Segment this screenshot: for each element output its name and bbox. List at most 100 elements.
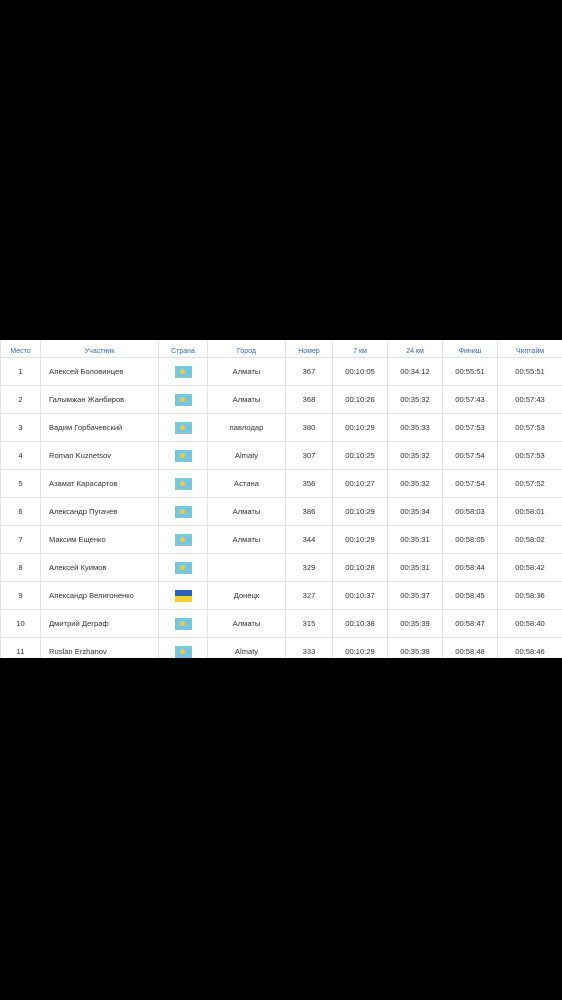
country-flag-cell (158, 637, 208, 658)
bib-number: 327 (285, 581, 333, 610)
finish-time: 00:58:44 (442, 553, 498, 582)
chip-time: 00:57:53 (497, 413, 562, 442)
table-body: 1 Алексей Боловинцев Алматы 367 00:10:05 00:3… (0, 357, 562, 658)
country-flag-cell (158, 497, 208, 526)
split-7km-time: 00:10:29 (332, 525, 388, 554)
bib-number: 380 (285, 413, 333, 442)
country-flag-cell (158, 609, 208, 638)
bib-number: 367 (285, 357, 333, 386)
results-table: Место Участник Страна Город Номер 7 км 2… (0, 340, 562, 658)
kz-flag-icon (174, 477, 192, 490)
table-row: 7 Максим Ещенко Алматы 344 00:10:29 00:35:31 0… (0, 525, 562, 554)
split-7km-time: 00:10:37 (332, 581, 388, 610)
chip-time: 00:57:52 (497, 469, 562, 498)
participant-name: Алексей Куимов (40, 553, 159, 582)
participant-name: Александр Велигоненко (40, 581, 159, 610)
header-row: Место Участник Страна Город Номер 7 км 2… (0, 340, 562, 358)
split-7km-time: 00:10:29 (332, 413, 388, 442)
split-24km-time: 00:35:31 (387, 553, 443, 582)
bib-number: 333 (285, 637, 333, 658)
kz-flag-icon (174, 533, 192, 546)
country-flag-cell (158, 553, 208, 582)
finish-time: 00:57:54 (442, 469, 498, 498)
participant-name: Roman Kuznetsov (40, 441, 159, 470)
split-24km-time: 00:35:39 (387, 637, 443, 658)
finish-time: 00:55:51 (442, 357, 498, 386)
split-24km-time: 00:35:34 (387, 497, 443, 526)
split-7km-time: 00:10:26 (332, 385, 388, 414)
chip-time: 00:55:51 (497, 357, 562, 386)
table-row: 2 Галымжан Жанбиров Алматы 368 00:10:26 00:35… (0, 385, 562, 414)
split-7km-time: 00:10:38 (332, 609, 388, 638)
ua-flag-icon (174, 589, 192, 602)
place-cell: 8 (0, 553, 41, 582)
country-flag-cell (158, 413, 208, 442)
participant-name: Галымжан Жанбиров (40, 385, 159, 414)
place-cell: 6 (0, 497, 41, 526)
table-row: 5 Азамат Карасартов Астана 356 00:10:27 00:35… (0, 469, 562, 498)
chip-time: 00:58:36 (497, 581, 562, 610)
kz-flag-icon (174, 617, 192, 630)
chip-time: 00:58:46 (497, 637, 562, 658)
chip-time: 00:58:40 (497, 609, 562, 638)
bib-number: 307 (285, 441, 333, 470)
split-24km-time: 00:35:32 (387, 469, 443, 498)
header-bib[interactable]: Номер (285, 340, 333, 358)
city-cell: Донецк (207, 581, 286, 610)
city-cell (207, 553, 286, 582)
participant-name: Максим Ещенко (40, 525, 159, 554)
place-cell: 11 (0, 637, 41, 658)
split-24km-time: 00:35:33 (387, 413, 443, 442)
city-cell: Almaty (207, 637, 286, 658)
country-flag-cell (158, 469, 208, 498)
table-row: 11 Ruslan Erzhanov Almaty 333 00:10:29 00:35:… (0, 637, 562, 658)
city-cell: Almaty (207, 441, 286, 470)
finish-time: 00:58:05 (442, 525, 498, 554)
header-split-7km[interactable]: 7 км (332, 340, 388, 358)
header-place[interactable]: Место (0, 340, 41, 358)
place-cell: 3 (0, 413, 41, 442)
chip-time: 00:58:42 (497, 553, 562, 582)
split-24km-time: 00:35:31 (387, 525, 443, 554)
city-cell: Алматы (207, 357, 286, 386)
bib-number: 315 (285, 609, 333, 638)
city-cell: Алматы (207, 525, 286, 554)
country-flag-cell (158, 581, 208, 610)
split-24km-time: 00:35:39 (387, 609, 443, 638)
city-cell: павлодар (207, 413, 286, 442)
split-24km-time: 00:35:37 (387, 581, 443, 610)
split-7km-time: 00:10:27 (332, 469, 388, 498)
finish-time: 00:58:45 (442, 581, 498, 610)
bib-number: 356 (285, 469, 333, 498)
table-row: 4 Roman Kuznetsov Almaty 307 00:10:25 00:35:3… (0, 441, 562, 470)
city-cell: Астана (207, 469, 286, 498)
finish-time: 00:58:48 (442, 637, 498, 658)
header-chiptime[interactable]: Чиптайм (497, 340, 562, 358)
finish-time: 00:57:53 (442, 413, 498, 442)
participant-name: Дмитрий Деграф (40, 609, 159, 638)
header-participant[interactable]: Участник (40, 340, 159, 358)
table-row: 1 Алексей Боловинцев Алматы 367 00:10:05 00:3… (0, 357, 562, 386)
city-cell: Алматы (207, 609, 286, 638)
country-flag-cell (158, 385, 208, 414)
kz-flag-icon (174, 393, 192, 406)
kz-flag-icon (174, 505, 192, 518)
results-table-viewport: Место Участник Страна Город Номер 7 км 2… (0, 340, 562, 658)
chip-time: 00:57:43 (497, 385, 562, 414)
country-flag-cell (158, 357, 208, 386)
header-finish[interactable]: Финиш (442, 340, 498, 358)
split-24km-time: 00:35:32 (387, 385, 443, 414)
header-city[interactable]: Город (207, 340, 286, 358)
bib-number: 344 (285, 525, 333, 554)
table-row: 10 Дмитрий Деграф Алматы 315 00:10:38 00:35:3… (0, 609, 562, 638)
header-split-24km[interactable]: 24 км (387, 340, 443, 358)
chip-time: 00:58:01 (497, 497, 562, 526)
kz-flag-icon (174, 561, 192, 574)
header-country[interactable]: Страна (158, 340, 208, 358)
bib-number: 368 (285, 385, 333, 414)
split-7km-time: 00:10:29 (332, 637, 388, 658)
bib-number: 329 (285, 553, 333, 582)
table-row: 3 Вадим Горбачевский павлодар 380 00:10:29 00… (0, 413, 562, 442)
split-24km-time: 00:35:32 (387, 441, 443, 470)
place-cell: 4 (0, 441, 41, 470)
